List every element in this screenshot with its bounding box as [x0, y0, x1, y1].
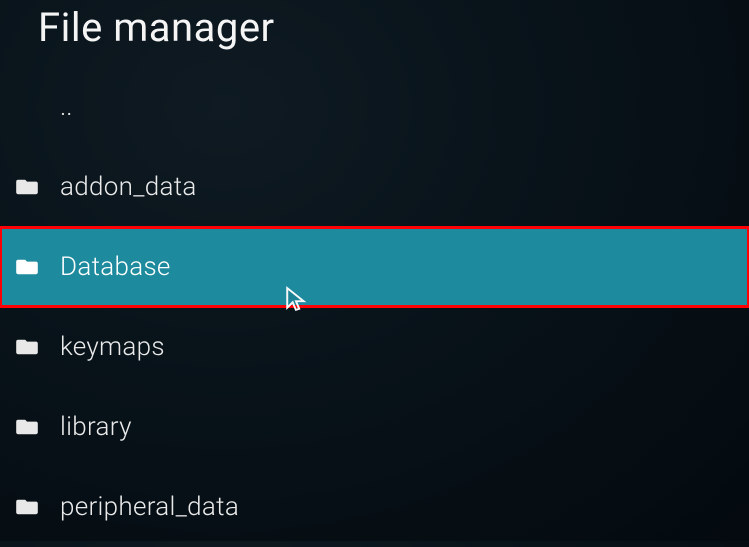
item-label: Database [60, 252, 171, 282]
folder-icon [16, 338, 38, 356]
file-list: .. addon_data Database keymaps library p… [0, 67, 749, 547]
list-item[interactable]: peripheral_data [0, 467, 749, 547]
page-title: File manager [0, 0, 749, 61]
list-item[interactable]: keymaps [0, 307, 749, 387]
item-label: library [60, 412, 132, 442]
folder-icon [16, 258, 38, 276]
list-item[interactable]: addon_data [0, 147, 749, 227]
folder-icon [16, 178, 38, 196]
item-label: peripheral_data [60, 492, 239, 522]
folder-icon [16, 498, 38, 516]
list-item[interactable]: Database [0, 227, 749, 307]
folder-icon [16, 418, 38, 436]
list-item[interactable]: library [0, 387, 749, 467]
item-label: addon_data [60, 172, 197, 202]
list-item-parent[interactable]: .. [0, 67, 749, 147]
item-label: keymaps [60, 332, 165, 362]
parent-dir-label: .. [60, 92, 72, 122]
